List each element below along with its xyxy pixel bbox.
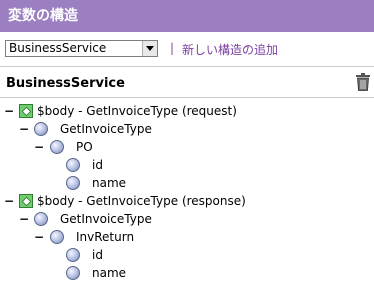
green-diamond-icon [19, 104, 33, 118]
structure-select[interactable]: BusinessService [5, 40, 158, 57]
structure-select-value: BusinessService [9, 41, 107, 55]
tree-node-label[interactable]: id [92, 246, 103, 264]
green-diamond-icon [19, 194, 33, 208]
tree-node-label[interactable]: GetInvoiceType [60, 120, 152, 138]
circle-icon [66, 158, 80, 172]
separator: | [170, 41, 175, 55]
collapse-toggle[interactable]: − [19, 120, 29, 138]
panel-title: 変数の構造 [8, 8, 78, 24]
tree-node-label[interactable]: $body - GetInvoiceType (request) [37, 102, 237, 120]
section-title: BusinessService [6, 76, 125, 91]
circle-icon [66, 266, 80, 280]
trash-icon[interactable] [355, 73, 371, 91]
panel-header: 変数の構造 [0, 0, 374, 32]
divider [0, 66, 374, 67]
circle-icon [50, 230, 64, 244]
add-new-structure-link[interactable]: 新しい構造の追加 [182, 41, 278, 58]
circle-icon [66, 248, 80, 262]
collapse-toggle[interactable]: − [34, 138, 44, 156]
tree-node-label[interactable]: id [92, 156, 103, 174]
chevron-down-icon[interactable] [142, 41, 157, 56]
structure-controls: BusinessService | 新しい構造の追加 [0, 32, 374, 66]
tree-node-label[interactable]: name [92, 174, 126, 192]
circle-icon [34, 212, 48, 226]
collapse-toggle[interactable]: − [34, 228, 44, 246]
tree-node-label[interactable]: $body - GetInvoiceType (response) [37, 192, 246, 210]
circle-icon [66, 176, 80, 190]
tree-node-label[interactable]: PO [76, 138, 93, 156]
tree-node-label[interactable]: GetInvoiceType [60, 210, 152, 228]
tree-node-label[interactable]: name [92, 264, 126, 282]
circle-icon [34, 122, 48, 136]
collapse-toggle[interactable]: − [4, 192, 14, 210]
circle-icon [50, 140, 64, 154]
tree-node-label[interactable]: InvReturn [76, 228, 134, 246]
collapse-toggle[interactable]: − [19, 210, 29, 228]
collapse-toggle[interactable]: − [4, 102, 14, 120]
divider [0, 97, 374, 98]
